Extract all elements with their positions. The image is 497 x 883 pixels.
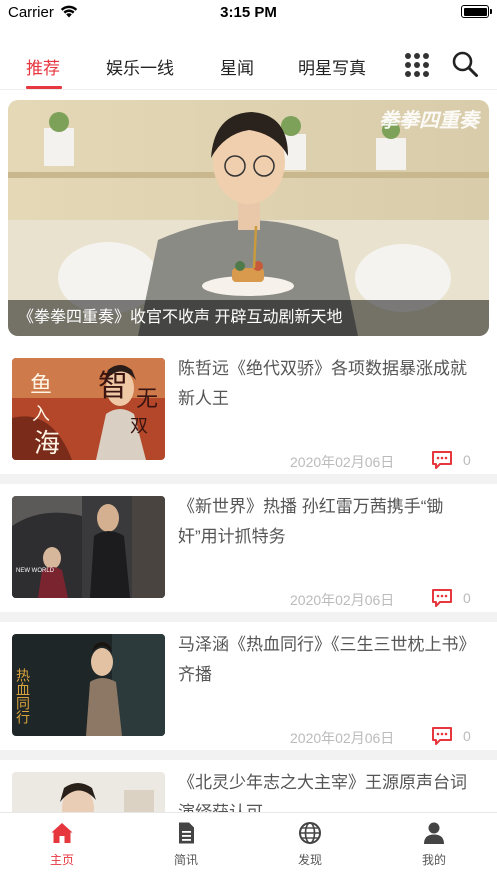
document-icon — [179, 822, 194, 844]
status-bar: Carrier 3:15 PM — [0, 0, 497, 26]
news-item[interactable]: 鱼 入 海 智 无 双 陈哲远《绝代双骄》各项数据暴涨成就新人王 2020年02… — [0, 346, 497, 474]
comment-count: 0 — [463, 590, 471, 606]
tab-star-photos[interactable]: 明星写真 — [298, 54, 366, 79]
tab-recommend[interactable]: 推荐 — [26, 54, 60, 79]
active-tab-indicator — [26, 86, 62, 89]
comment-count: 0 — [463, 728, 471, 744]
comment-icon[interactable] — [431, 588, 453, 608]
tabbar-label: 主页 — [49, 853, 74, 867]
banner-caption: 《拳拳四重奏》收官不收声 开辟互动剧新天地 — [8, 300, 489, 336]
status-time: 3:15 PM — [220, 4, 277, 21]
thumbnail-text: 海 — [34, 429, 60, 459]
home-icon — [51, 823, 73, 843]
thumbnail-text: 入 — [32, 404, 50, 425]
banner-watermark: 拳拳四重奏 — [379, 108, 479, 132]
comment-icon[interactable] — [431, 726, 453, 746]
thumbnail-text: 双 — [130, 416, 148, 437]
tabbar-item-news[interactable]: 简讯 — [124, 813, 248, 873]
tabbar-label: 发现 — [297, 853, 322, 867]
globe-icon — [299, 822, 321, 844]
divider — [0, 474, 497, 484]
tabbar-label: 我的 — [421, 853, 446, 867]
bottom-tab-bar: 主页 简讯 发现 我的 — [0, 812, 497, 883]
news-title: 马泽涵《热血同行》《三生三世枕上书》齐播 — [178, 635, 476, 684]
news-title: 《新世界》热播 孙红雷万茜携手“锄奸”用计抓特务 — [178, 497, 444, 546]
thumbnail-text: NEW WORLD — [16, 568, 55, 574]
featured-banner[interactable]: 拳拳四重奏 《拳拳四重奏》收官不收声 开辟互动剧新天地 — [8, 100, 489, 336]
news-item[interactable]: NEW WORLD 《新世界》热播 孙红雷万茜携手“锄奸”用计抓特务 2020年… — [0, 484, 497, 612]
divider — [0, 612, 497, 622]
divider — [0, 750, 497, 760]
battery-icon — [461, 5, 492, 18]
thumbnail-text: 热血同行 — [14, 668, 30, 725]
search-icon[interactable] — [451, 50, 479, 78]
news-thumbnail: NEW WORLD — [12, 496, 165, 598]
thumbnail-text: 鱼 — [30, 373, 52, 398]
tabbar-item-profile[interactable]: 我的 — [372, 813, 496, 873]
tab-entertainment[interactable]: 娱乐一线 — [106, 54, 174, 79]
news-thumbnail: 鱼 入 海 智 无 双 — [12, 358, 165, 460]
news-date: 2020年02月06日 — [290, 454, 395, 470]
news-item[interactable]: 热血同行 马泽涵《热血同行》《三生三世枕上书》齐播 2020年02月06日 0 — [0, 622, 497, 750]
tab-star-news[interactable]: 星闻 — [220, 54, 254, 79]
tabbar-item-home[interactable]: 主页 — [0, 813, 124, 873]
grid-menu-icon[interactable] — [404, 52, 430, 78]
news-title: 陈哲远《绝代双骄》各项数据暴涨成就新人王 — [178, 359, 467, 408]
tabbar-label: 简讯 — [173, 853, 198, 867]
thumbnail-text: 无 — [136, 387, 158, 412]
thumbnail-text: 智 — [98, 369, 128, 404]
news-date: 2020年02月06日 — [290, 592, 395, 608]
news-thumbnail: 热血同行 — [12, 634, 165, 736]
tabbar-item-discover[interactable]: 发现 — [248, 813, 372, 873]
comment-icon[interactable] — [431, 450, 453, 470]
comment-count: 0 — [463, 452, 471, 468]
news-date: 2020年02月06日 — [290, 730, 395, 746]
person-icon — [424, 822, 444, 844]
